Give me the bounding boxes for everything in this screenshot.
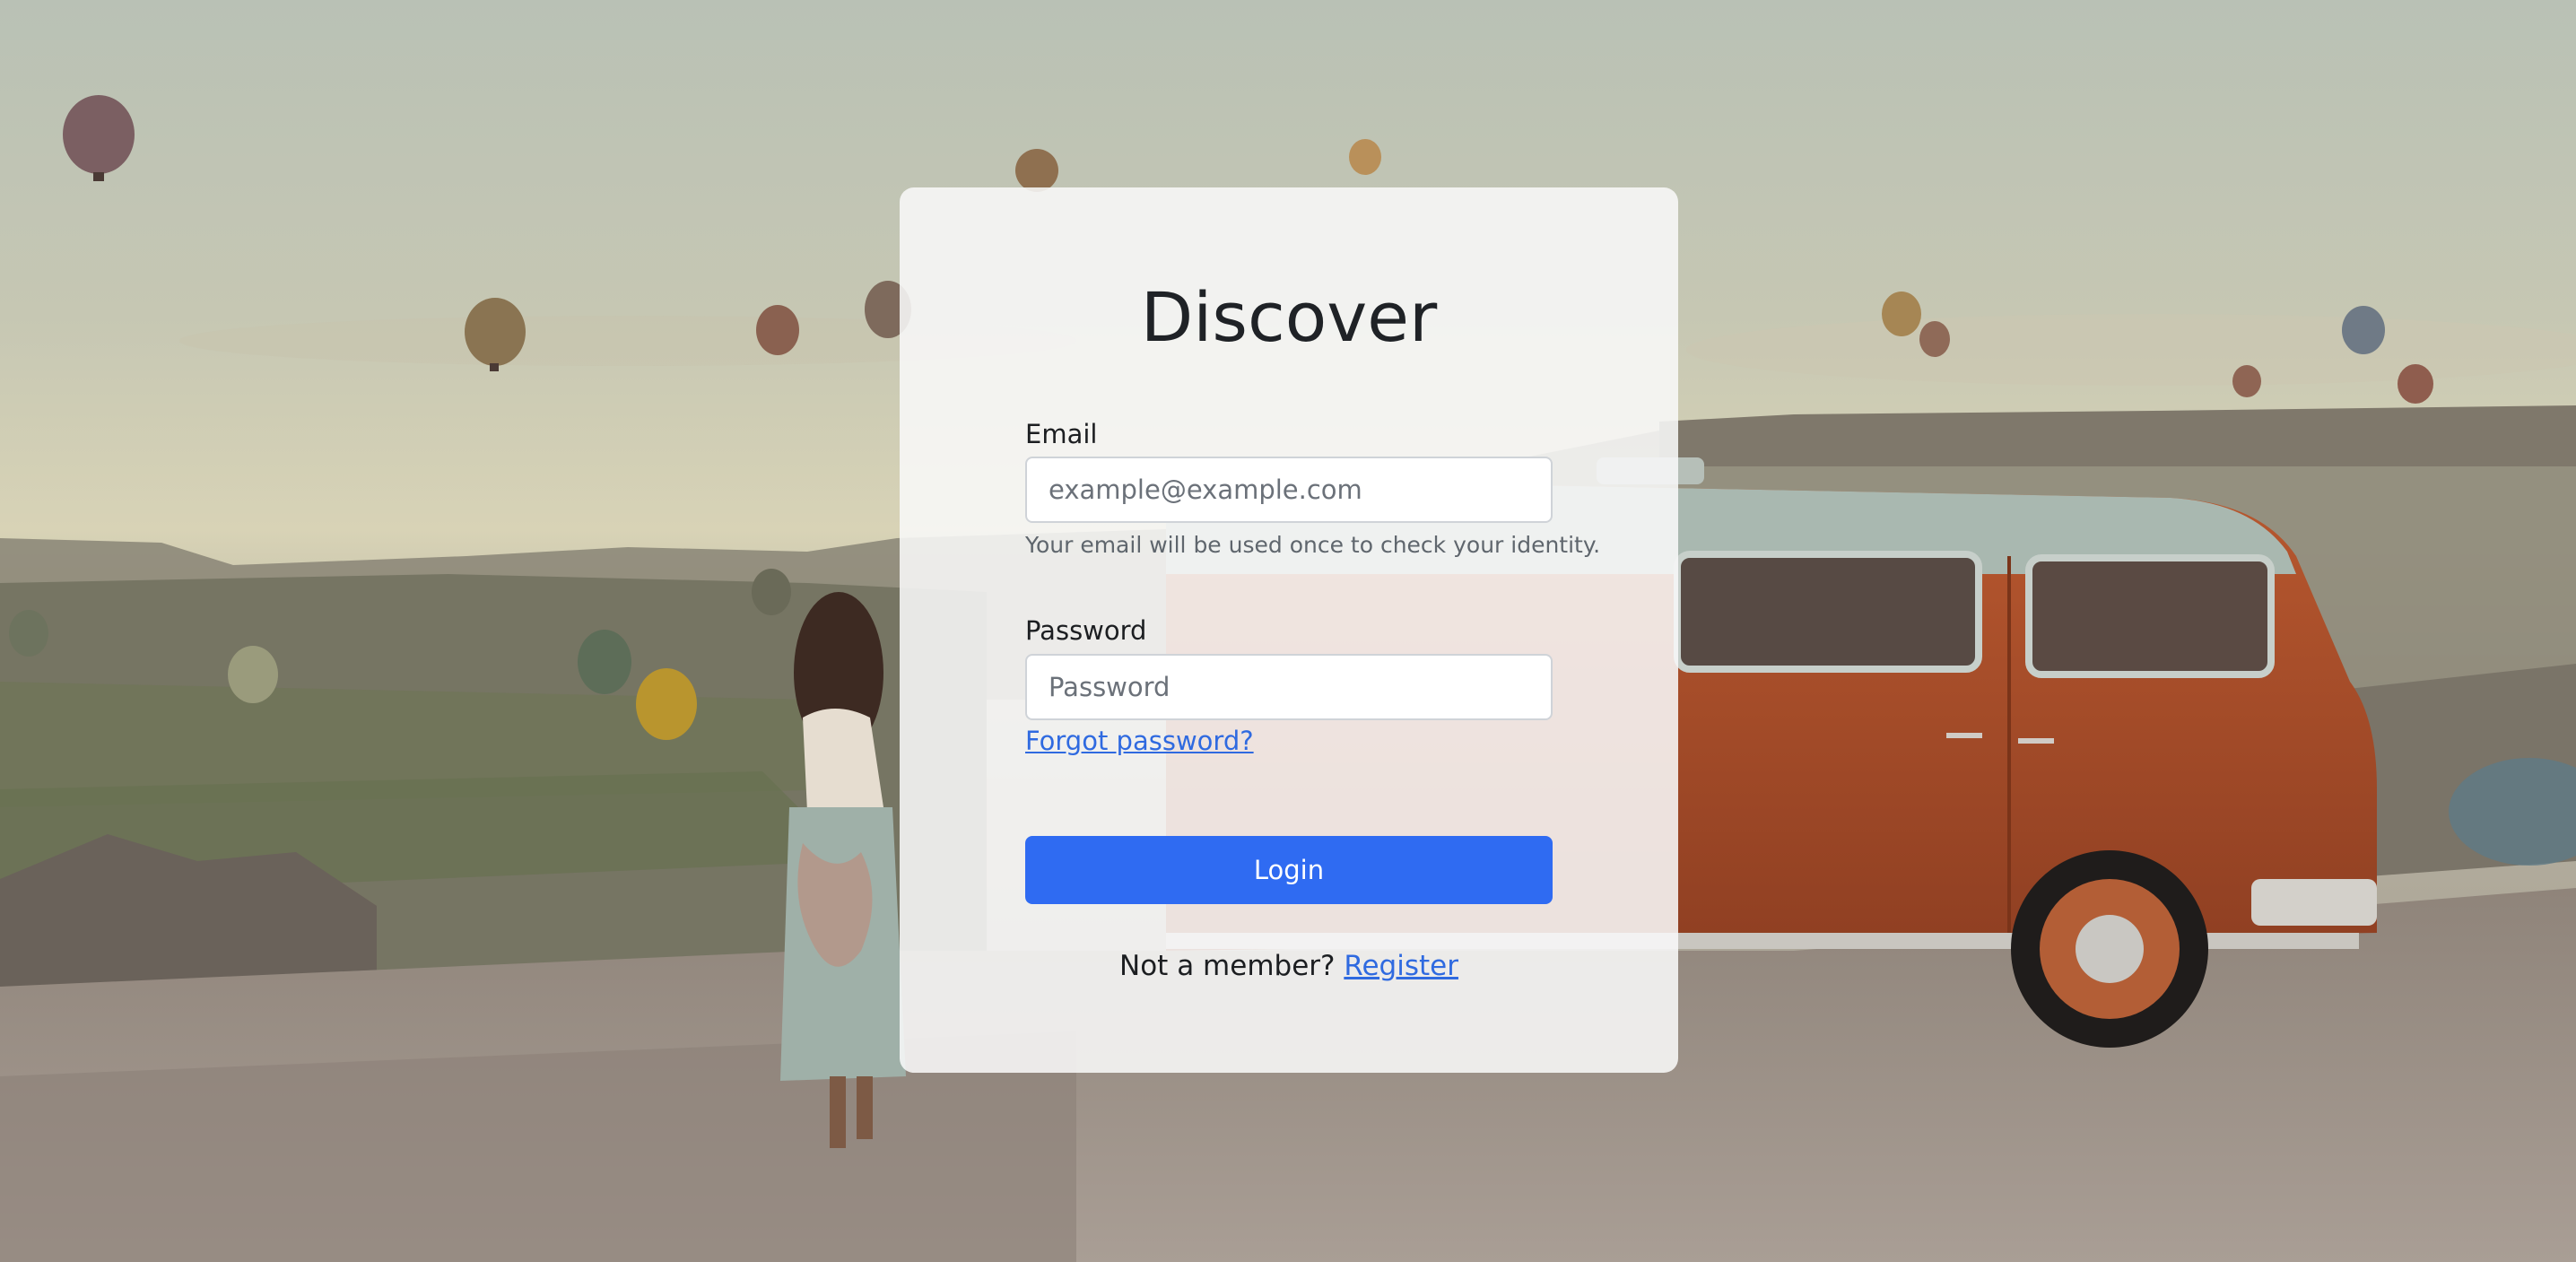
password-label: Password bbox=[1025, 615, 1147, 646]
forgot-password-link[interactable]: Forgot password? bbox=[1025, 726, 1254, 756]
register-link[interactable]: Register bbox=[1344, 950, 1458, 982]
email-label: Email bbox=[1025, 419, 1098, 449]
password-field[interactable] bbox=[1025, 654, 1553, 720]
email-help-text: Your email will be used once to check yo… bbox=[1025, 532, 1601, 558]
email-field[interactable] bbox=[1025, 457, 1553, 523]
register-prompt: Not a member? Register bbox=[900, 950, 1678, 982]
login-button[interactable]: Login bbox=[1025, 836, 1553, 904]
login-card: Discover Email Your email will be used o… bbox=[900, 187, 1678, 1073]
page-title: Discover bbox=[1140, 277, 1438, 357]
register-prompt-text: Not a member? bbox=[1119, 950, 1336, 982]
